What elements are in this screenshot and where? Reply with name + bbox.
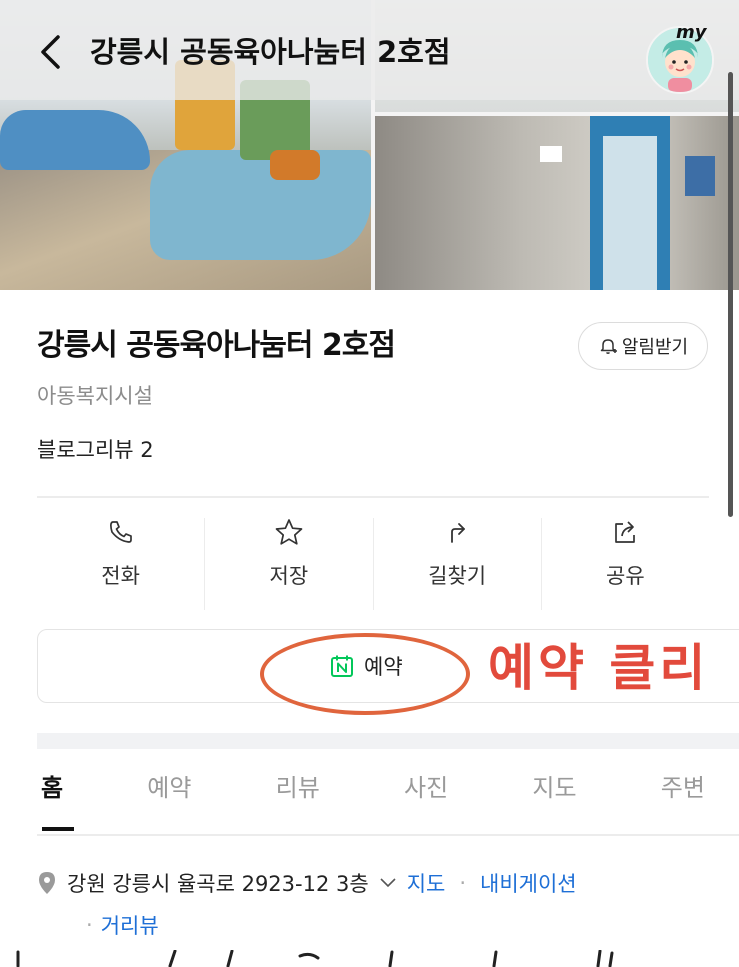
top-bar-title: 강릉시 공동육아나눔터 2호점: [90, 35, 451, 69]
directions-icon: [451, 523, 466, 543]
divider: [37, 834, 739, 836]
call-label: 전화: [101, 564, 140, 588]
divider: [37, 496, 709, 498]
tab-photo[interactable]: 사진: [400, 768, 452, 818]
page-title: 강릉시 공동육아나눔터 2호점: [37, 328, 396, 363]
tab-review[interactable]: 리뷰: [272, 768, 324, 818]
tab-home[interactable]: 홈: [37, 768, 67, 818]
tab-active-indicator: [42, 827, 74, 831]
alarm-button-label: 알림받기: [621, 337, 689, 358]
location-pin-icon: [39, 872, 55, 894]
section-gap: [37, 733, 739, 749]
tab-nearby[interactable]: 주변: [657, 768, 709, 818]
address-row: 강원 강릉시 율곡로 2923-12 3층 지도 · 내비게이션: [37, 868, 577, 898]
address-row-2: · 거리뷰: [82, 910, 159, 940]
blog-review-link[interactable]: 블로그리뷰 2: [37, 434, 154, 464]
highlight-circle: [260, 633, 470, 715]
star-icon: [275, 519, 303, 545]
chevron-left-icon: [41, 35, 60, 69]
handwriting-strokes: [16, 950, 614, 967]
alarm-button[interactable]: 알림받기: [578, 322, 708, 370]
streetview-link[interactable]: 거리뷰: [101, 910, 159, 940]
phone-icon: [109, 521, 132, 543]
call-button[interactable]: 전화: [37, 518, 206, 610]
share-button[interactable]: 공유: [542, 518, 709, 610]
top-bar: 강릉시 공동육아나눔터 2호점 my: [0, 0, 739, 100]
separator-dot: ·: [459, 871, 467, 895]
back-button[interactable]: [30, 30, 70, 74]
directions-label: 길찾기: [428, 564, 487, 588]
tab-bar: 홈 예약 리뷰 사진 지도 주변: [37, 768, 709, 818]
photo-hallway[interactable]: [375, 116, 739, 290]
action-bar: 전화 저장 길찾기 공유: [37, 518, 709, 610]
save-label: 저장: [269, 564, 309, 588]
avatar-tag: my: [676, 22, 707, 43]
map-link[interactable]: 지도: [407, 868, 446, 898]
share-icon: [615, 521, 636, 543]
address-text: 강원 강릉시 율곡로 2923-12 3층: [67, 872, 369, 896]
chevron-down-icon[interactable]: [379, 877, 397, 889]
annotation-text: 예약 클리: [488, 639, 710, 697]
place-category: 아동복지시설: [37, 384, 153, 408]
separator-dot: ·: [86, 913, 93, 937]
scrollbar[interactable]: [728, 72, 733, 517]
share-label: 공유: [606, 564, 645, 588]
tab-reserve[interactable]: 예약: [143, 768, 195, 818]
directions-button[interactable]: 길찾기: [374, 518, 542, 610]
save-button[interactable]: 저장: [205, 518, 374, 610]
tab-map[interactable]: 지도: [528, 768, 580, 818]
bell-plus-icon: [600, 339, 617, 354]
navigation-link[interactable]: 내비게이션: [480, 868, 577, 898]
